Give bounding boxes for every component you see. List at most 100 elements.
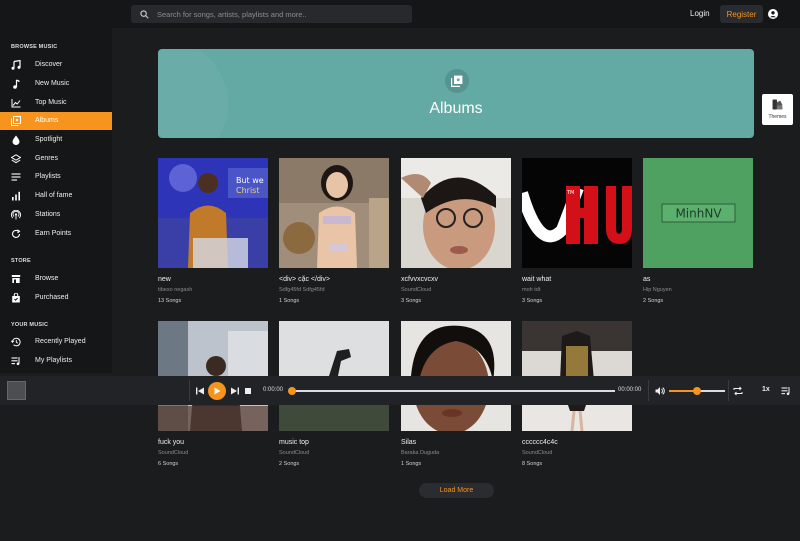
section-title-browse-music: BROWSE MUSIC <box>11 44 58 50</box>
album-song-count: 2 Songs <box>279 461 300 467</box>
themes-label: Themes <box>768 114 787 120</box>
register-button[interactable]: Register <box>720 5 763 23</box>
sidebar-item-label: New Music <box>35 80 70 87</box>
album-song-count: 3 Songs <box>401 298 422 304</box>
album-cover-image[interactable]: MinhNV <box>643 158 753 268</box>
album-icon <box>11 116 21 126</box>
volume-icon[interactable] <box>655 386 665 396</box>
player-bar: 0:00:00 00:00:00 1x <box>0 376 800 405</box>
playlist-icon <box>11 173 21 181</box>
sidebar-item-label: Recently Played <box>35 338 86 345</box>
album-cover-image[interactable]: But we Christ <box>158 158 268 268</box>
next-icon[interactable] <box>231 387 239 395</box>
svg-text:Christ: Christ <box>236 186 259 195</box>
album-title[interactable]: music top <box>279 439 309 446</box>
sidebar-item-new-music[interactable]: New Music <box>0 75 112 93</box>
sidebar-item-purchased[interactable]: Purchased <box>0 289 112 307</box>
album-icon <box>445 69 469 93</box>
divider <box>648 380 649 401</box>
sidebar-item-albums[interactable]: Albums <box>0 112 112 130</box>
register-label: Register <box>726 9 757 19</box>
album-artist[interactable]: tibeso negash <box>158 287 192 293</box>
palette-icon <box>772 99 783 110</box>
previous-icon[interactable] <box>196 387 204 395</box>
sidebar-item-playlists[interactable]: Playlists <box>0 168 112 186</box>
album-song-count: 1 Songs <box>279 298 300 304</box>
seek-handle[interactable] <box>288 387 296 395</box>
section-title-store: STORE <box>11 258 31 264</box>
album-song-count: 3 Songs <box>522 298 543 304</box>
sidebar-item-earn-points[interactable]: Earn Points <box>0 225 112 243</box>
albums-hero-banner: Albums <box>158 49 754 138</box>
album-song-count: 1 Songs <box>401 461 422 467</box>
sidebar-item-stations[interactable]: Stations <box>0 206 112 224</box>
sidebar-item-label: Discover <box>35 61 63 68</box>
layers-icon <box>11 154 21 164</box>
divider <box>728 380 729 401</box>
album-artist[interactable]: SoundCloud <box>401 287 431 293</box>
sidebar-item-spotlight[interactable]: Spotlight <box>0 131 112 149</box>
play-icon <box>214 387 221 395</box>
sidebar-item-top-music[interactable]: Top Music <box>0 94 112 112</box>
album-title[interactable]: <div> cặc </div> <box>279 276 330 283</box>
album-cover-image[interactable]: TM <box>522 158 632 268</box>
queue-music-icon <box>11 357 20 366</box>
album-title[interactable]: new <box>158 276 171 283</box>
album-artist[interactable]: Sdfg45fd Sdfg45fd <box>279 287 325 293</box>
album-title[interactable]: as <box>643 276 650 283</box>
volume-handle[interactable] <box>693 387 701 395</box>
search-input[interactable] <box>157 9 397 19</box>
sidebar-item-label: My Playlists <box>35 357 72 364</box>
sidebar-item-genres[interactable]: Genres <box>0 150 112 168</box>
album-cover-image[interactable] <box>279 158 389 268</box>
seek-bar[interactable] <box>291 390 615 392</box>
album-cover-image[interactable] <box>401 158 511 268</box>
top-bar: Login Register <box>0 0 800 28</box>
radio-tower-icon <box>11 210 21 220</box>
album-artist[interactable]: SoundCloud <box>158 450 188 456</box>
sidebar-item-label: Purchased <box>35 294 69 301</box>
play-button[interactable] <box>208 382 226 400</box>
album-title[interactable]: cccccc4c4c <box>522 439 558 446</box>
sidebar-item-label: Spotlight <box>35 136 63 143</box>
album-artist[interactable]: Hip Nguyen <box>643 287 672 293</box>
album-artist[interactable]: Baraka Duguda <box>401 450 439 456</box>
login-link[interactable]: Login <box>690 9 710 18</box>
album-artist[interactable]: SoundCloud <box>522 450 552 456</box>
sidebar-item-discover[interactable]: Discover <box>0 56 112 74</box>
album-artist[interactable]: SoundCloud <box>279 450 309 456</box>
user-account-icon[interactable] <box>768 9 778 19</box>
sidebar-item-label: Earn Points <box>35 230 72 237</box>
refresh-icon <box>12 229 21 238</box>
sidebar-item-browse[interactable]: Browse <box>0 270 112 288</box>
album-title[interactable]: xcfvvxcvcxv <box>401 276 438 283</box>
total-duration: 00:00:00 <box>618 387 642 393</box>
current-time: 0:00:00 <box>263 387 284 393</box>
queue-icon[interactable] <box>781 386 791 396</box>
svg-text:But we: But we <box>236 176 264 185</box>
album-title[interactable]: wait what <box>522 276 551 283</box>
album-song-count: 8 Songs <box>522 461 543 467</box>
sidebar-item-hall-of-fame[interactable]: Hall of fame <box>0 187 112 205</box>
repeat-icon[interactable] <box>733 386 743 396</box>
album-title[interactable]: fuck you <box>158 439 184 446</box>
themes-button[interactable]: Themes <box>762 94 793 125</box>
album-song-count: 2 Songs <box>643 298 664 304</box>
sidebar-item-label: Hall of fame <box>35 192 73 199</box>
album-song-count: 13 Songs <box>158 298 182 304</box>
album-artist[interactable]: moh tdt <box>522 287 540 293</box>
album-cover-text: MinhNV <box>675 207 722 221</box>
music-note-icon <box>11 60 21 70</box>
hero-decoration <box>158 49 228 138</box>
load-more-button[interactable]: Load More <box>419 483 494 498</box>
search-bar[interactable] <box>131 5 412 23</box>
sidebar-item-my-playlists[interactable]: My Playlists <box>0 352 112 370</box>
playback-speed[interactable]: 1x <box>762 386 770 393</box>
sidebar: BROWSE MUSIC Discover New Music Top Musi… <box>0 28 112 373</box>
album-title[interactable]: Silas <box>401 439 416 446</box>
now-playing-thumbnail[interactable] <box>7 381 26 400</box>
sidebar-item-label: Browse <box>35 275 59 282</box>
bar-chart-icon <box>12 191 20 201</box>
stop-icon[interactable] <box>244 387 252 395</box>
sidebar-item-recently-played[interactable]: Recently Played <box>0 333 112 351</box>
